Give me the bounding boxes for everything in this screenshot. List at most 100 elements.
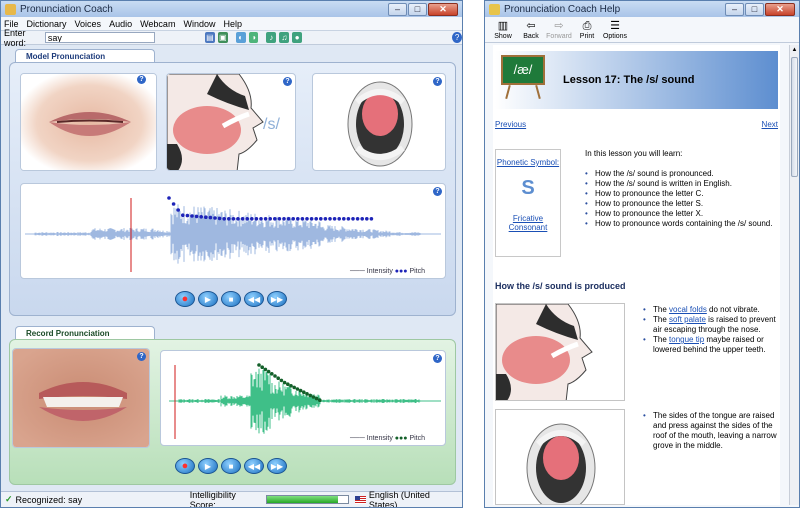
help-close-button[interactable]: ✕: [765, 2, 795, 16]
help-mouth-diagram: [526, 423, 596, 504]
language-text[interactable]: English (United States): [369, 490, 458, 508]
voice-icon[interactable]: ♫: [279, 32, 290, 43]
pitch-point: [282, 217, 286, 221]
phonetic-symbol: S: [521, 177, 535, 199]
model-symbol: /s/: [263, 116, 280, 133]
pitch-point: [257, 363, 261, 367]
model-wave-help-icon[interactable]: ?: [433, 187, 442, 196]
record-stop-button[interactable]: ■: [221, 458, 241, 474]
dictionary-icon[interactable]: ▤: [204, 32, 215, 43]
pitch-point: [260, 365, 264, 369]
pitch-point: [298, 388, 303, 393]
pitch-point: [282, 380, 287, 385]
pitch-point: [227, 217, 231, 221]
speak-model-icon[interactable]: ◐: [235, 32, 246, 43]
window-title: Pronunciation Coach: [20, 3, 113, 15]
model-controls: ● ▶ ■ ◀◀ ▶▶: [175, 291, 295, 309]
print-button[interactable]: ⎙ Print: [573, 19, 601, 40]
pitch-point: [190, 214, 194, 218]
model-side-view-card: /s/ ?: [166, 73, 296, 171]
minimize-button[interactable]: –: [388, 2, 407, 16]
webcam-icon[interactable]: ●: [292, 32, 303, 43]
pitch-point: [360, 217, 365, 221]
model-legend: ─── Intensity ●●● Pitch: [349, 268, 425, 275]
previous-link[interactable]: Previous: [495, 120, 526, 129]
help-minimize-button[interactable]: –: [725, 2, 744, 16]
list-item: How to pronounce the letter C.: [585, 189, 780, 199]
main-toolbar: Enter word: ▤ ▣ ◐ ◑ ♪ ♫ ● ?: [1, 28, 462, 48]
scroll-thumb[interactable]: [791, 57, 798, 177]
pitch-point: [176, 208, 180, 212]
speak-record-icon[interactable]: ◑: [248, 32, 259, 43]
pitch-point: [309, 217, 314, 221]
soft-palate-link[interactable]: soft palate: [669, 315, 706, 324]
vocal-folds-link[interactable]: vocal folds: [669, 305, 707, 314]
record-waveform-card: ? ─── Intensity ●●● Pitch: [160, 350, 446, 446]
pitch-point: [273, 374, 277, 378]
pitch-point: [268, 217, 272, 221]
menu-webcam[interactable]: Webcam: [140, 19, 175, 29]
pitch-point: [276, 376, 280, 380]
toolbar-help-icon[interactable]: ?: [452, 32, 462, 43]
scroll-up-arrow[interactable]: ▲: [790, 45, 799, 55]
list-item: How the /s/ sound is written in English.: [585, 179, 780, 189]
model-stop-button[interactable]: ■: [221, 291, 241, 307]
help-maximize-button[interactable]: □: [745, 2, 764, 16]
pitch-point: [296, 217, 300, 221]
model-rewind-button[interactable]: ◀◀: [244, 291, 264, 307]
menu-audio[interactable]: Audio: [109, 19, 132, 29]
pronunciation-coach-window: Pronunciation Coach – □ ✕ File Dictionar…: [0, 0, 463, 508]
webcam-help-icon[interactable]: ?: [137, 352, 146, 361]
lips-help-icon[interactable]: ?: [137, 75, 146, 84]
list-item: The tongue tip maybe raised or lowered b…: [643, 335, 778, 355]
show-button[interactable]: ▥ Show: [489, 19, 517, 40]
pitch-point: [263, 367, 268, 372]
model-lips-image: [21, 74, 156, 170]
tongue-tip-link[interactable]: tongue tip: [669, 335, 704, 344]
production-notes-1: The vocal folds do not vibrate. The soft…: [643, 305, 778, 355]
pitch-point: [291, 217, 296, 221]
help-scrollbar[interactable]: ▲: [789, 45, 799, 505]
options-button[interactable]: ☰ Options: [601, 19, 629, 40]
side-view-help-icon[interactable]: ?: [283, 77, 292, 86]
model-play-button[interactable]: ▶: [198, 291, 218, 307]
record-record-button[interactable]: ●: [175, 458, 195, 474]
listen-icon[interactable]: ♪: [266, 32, 277, 43]
help-toolbar: ▥ Show ⇦ Back ⇨ Forward ⎙ Print ☰ Options: [485, 17, 799, 43]
flag-icon: [355, 495, 366, 504]
help-side-view-diagram: [496, 304, 593, 400]
menu-help[interactable]: Help: [223, 19, 242, 29]
pitch-point: [222, 217, 226, 221]
title-bar[interactable]: Pronunciation Coach – □ ✕: [1, 1, 462, 17]
forward-button[interactable]: ⇨ Forward: [545, 19, 573, 40]
enter-word-input[interactable]: [44, 32, 155, 43]
phonetic-symbol-link[interactable]: Phonetic Symbol:: [496, 158, 560, 167]
maximize-button[interactable]: □: [408, 2, 427, 16]
fricative-consonant-link[interactable]: Fricative Consonant: [506, 214, 550, 232]
recognized-text: Recognized: say: [15, 494, 83, 505]
model-forward-button[interactable]: ▶▶: [267, 291, 287, 307]
record-play-button[interactable]: ▶: [198, 458, 218, 474]
back-button[interactable]: ⇦ Back: [517, 19, 545, 40]
record-pronunciation-panel: ? ─── Intensity ●●● Pitch ? ● ▶ ■ ◀◀ ▶▶: [9, 339, 456, 485]
record-wave-help-icon[interactable]: ?: [433, 354, 442, 363]
pitch-point: [308, 393, 312, 398]
pitch-point: [318, 398, 322, 402]
record-rewind-button[interactable]: ◀◀: [244, 458, 264, 474]
model-panel-tab[interactable]: Model Pronunciation: [15, 49, 155, 63]
record-panel-tab[interactable]: Record Pronunciation: [15, 326, 155, 340]
help-title-bar[interactable]: Pronunciation Coach Help – □ ✕: [485, 1, 799, 17]
model-mouth-card: ?: [312, 73, 446, 171]
record-forward-button[interactable]: ▶▶: [267, 458, 287, 474]
menu-voices[interactable]: Voices: [75, 19, 102, 29]
monitor-icon[interactable]: ▣: [217, 32, 228, 43]
phonetic-box: Phonetic Symbol: S Fricative Consonant: [495, 149, 561, 257]
next-link[interactable]: Next: [762, 120, 778, 129]
menu-window[interactable]: Window: [183, 19, 215, 29]
mouth-help-icon[interactable]: ?: [433, 77, 442, 86]
pitch-point: [279, 378, 284, 383]
pitch-point: [204, 215, 208, 219]
pitch-point: [292, 385, 296, 390]
close-button[interactable]: ✕: [428, 2, 458, 16]
model-record-button[interactable]: ●: [175, 291, 195, 307]
